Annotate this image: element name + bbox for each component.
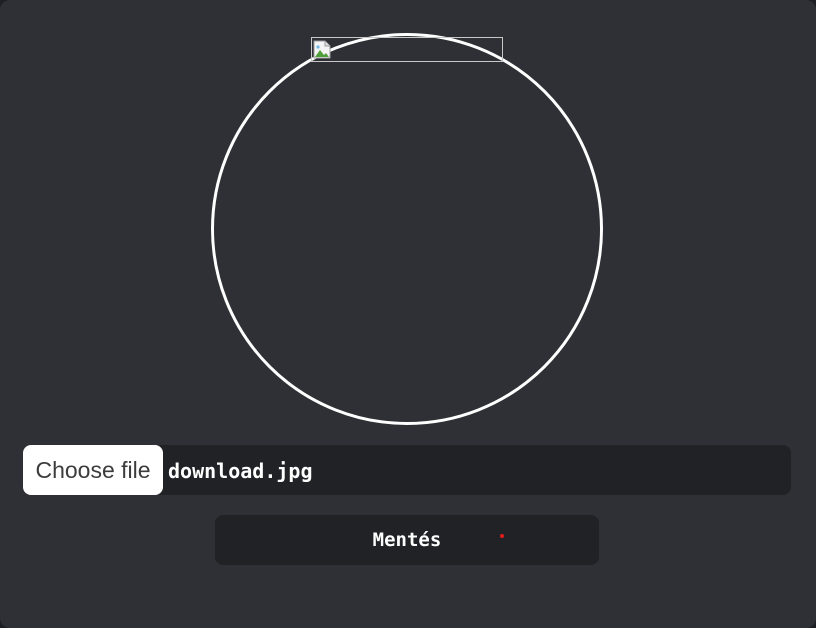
selected-file-name: download.jpg xyxy=(168,459,313,483)
save-button-label: Mentés xyxy=(372,529,442,551)
avatar-preview-circle xyxy=(211,33,603,425)
file-input[interactable]: Choose file download.jpg xyxy=(23,445,791,495)
save-button[interactable]: Mentés xyxy=(215,515,599,565)
status-dot-icon xyxy=(500,534,504,538)
profile-panel: Choose file download.jpg Mentés xyxy=(0,0,816,628)
broken-image-icon xyxy=(313,40,331,59)
avatar-image xyxy=(311,37,503,62)
choose-file-button[interactable]: Choose file xyxy=(23,445,163,495)
